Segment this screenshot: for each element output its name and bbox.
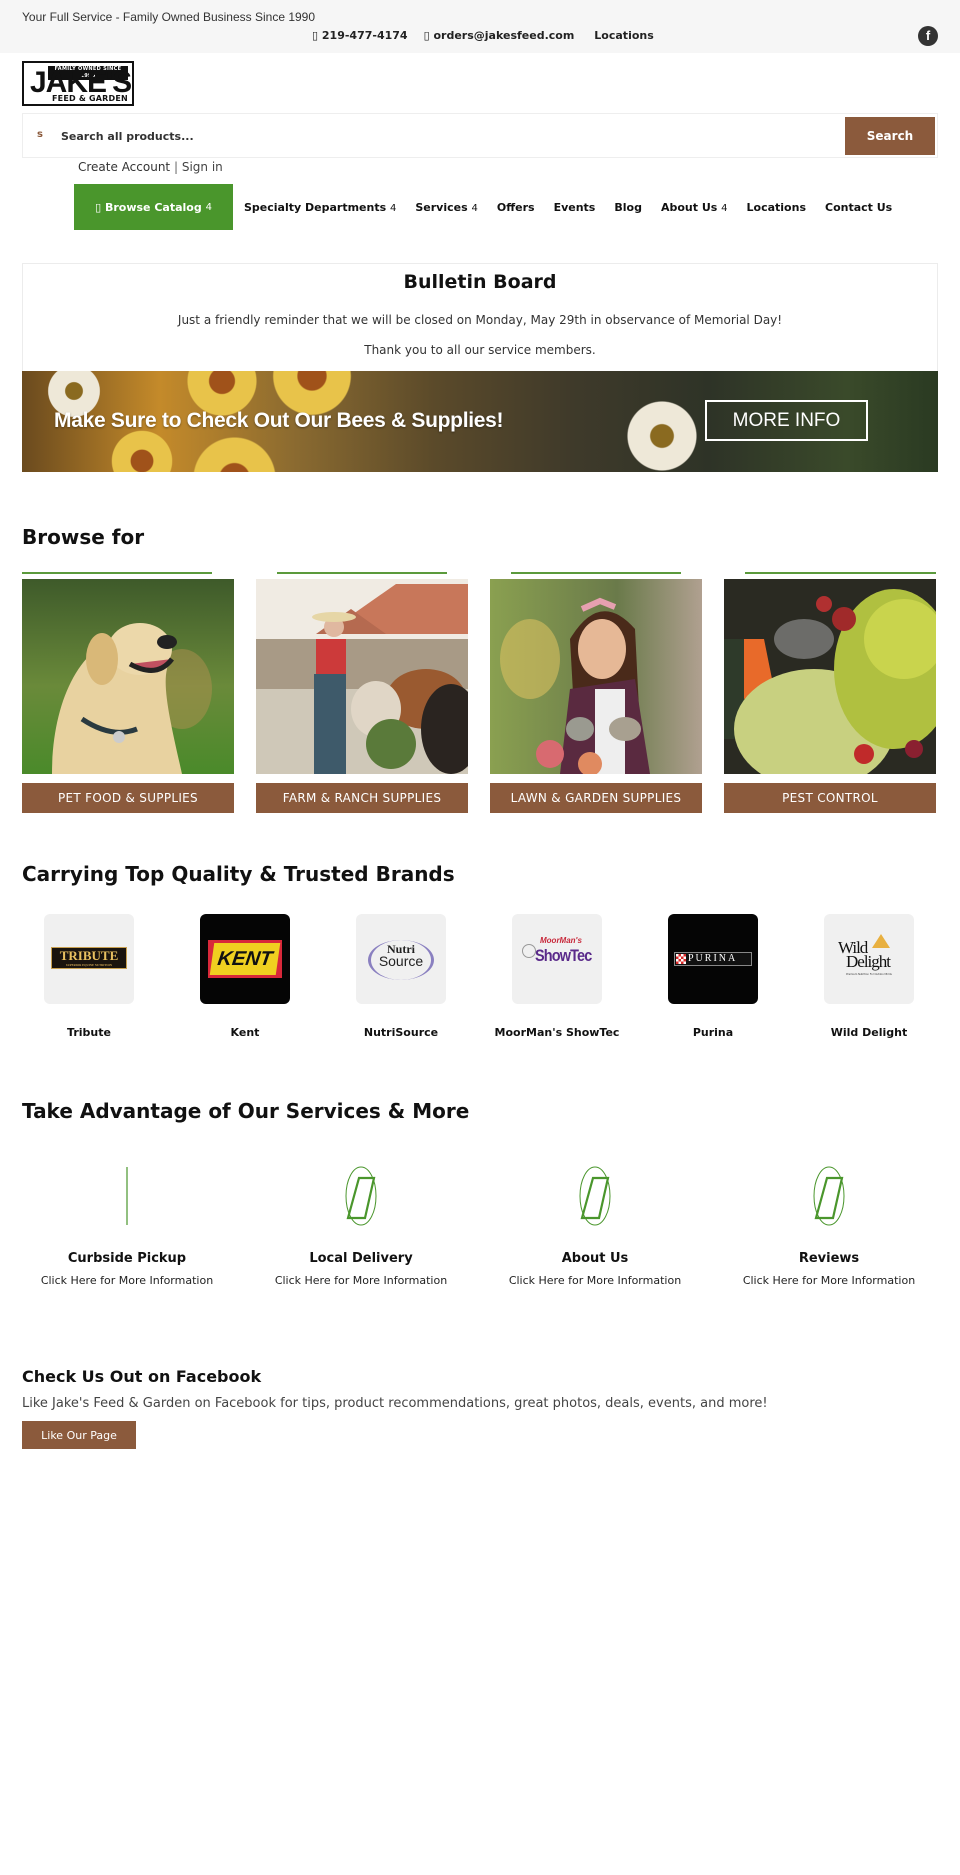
service-title: About Us [561,1251,629,1266]
brand-name: Wild Delight [830,1026,908,1039]
bulletin-board: Bulletin Board Just a friendly reminder … [22,263,938,373]
email-link[interactable]: ▯ orders@jakesfeed.com [424,29,575,42]
brand-moormans-showtec[interactable]: MoorMan's ShowTec MoorMan's ShowTec [479,914,635,1039]
nav-blog[interactable]: Blog [614,201,642,214]
nav-about-us[interactable]: About Us 4 [661,201,728,214]
locations-link[interactable]: Locations [594,29,653,42]
logo-subname: FEED & GARDEN [52,94,128,103]
category-divider [511,572,681,574]
service-title: Local Delivery [309,1251,413,1266]
top-bar: Your Full Service - Family Owned Busines… [0,0,960,53]
tribute-logo: TRIBUTE SUPERIOR EQUINE NUTRITION [44,914,134,1004]
search-icon: s [37,129,43,140]
brand-tribute[interactable]: TRIBUTE SUPERIOR EQUINE NUTRITION Tribut… [11,914,167,1039]
brand-nutrisource[interactable]: Nutri Source NutriSource [323,914,479,1039]
bulletin-message: Just a friendly reminder that we will be… [177,313,783,327]
category-label: LAWN & GARDEN SUPPLIES [490,783,702,813]
brand-purina[interactable]: PURINA Purina [635,914,791,1039]
facebook-icon[interactable]: f [918,26,938,46]
nav-contact-us[interactable]: Contact Us [825,201,892,214]
about-us-icon [579,1166,611,1226]
separator: | [173,160,179,174]
wild-delight-logo: Wild Delight Premium Nutrition For Outdo… [824,914,914,1004]
woman-gardening-photo [490,579,702,774]
nav-events[interactable]: Events [554,201,596,214]
local-delivery-icon [345,1166,377,1226]
showtec-logo: MoorMan's ShowTec [512,914,602,1004]
sign-in-link[interactable]: Sign in [182,160,223,174]
chevron-down-icon: 4 [389,202,397,214]
service-about-us[interactable]: About Us Click Here for More Information [480,1165,710,1287]
facebook-section: Check Us Out on Facebook Like Jake's Fee… [22,1367,768,1449]
service-link[interactable]: Click Here for More Information [714,1274,944,1287]
browse-catalog-button[interactable]: ▯ Browse Catalog 4 [74,184,233,230]
phone-icon: ▯ [312,29,319,42]
site-logo[interactable]: FAMILY OWNED SINCE 1990 JAKE'S FEED & GA… [22,61,134,106]
contact-links: ▯ 219-477-4174 ▯ orders@jakesfeed.com Lo… [312,29,654,42]
bulletin-thanks: Thank you to all our service members. [364,343,596,357]
nav-offers[interactable]: Offers [497,201,535,214]
account-links: Create Account | Sign in [78,160,223,174]
brand-kent[interactable]: KENT Kent [167,914,323,1039]
brand-name: MoorMan's ShowTec [494,1026,620,1039]
chevron-down-icon: 4 [721,202,728,214]
services-title: Take Advantage of Our Services & More [22,1099,470,1123]
flower-decoration [187,431,282,472]
golden-retriever-photo [22,579,234,774]
more-info-button[interactable]: MORE INFO [705,400,868,441]
kent-logo: KENT [200,914,290,1004]
bees-promo-banner[interactable]: Make Sure to Check Out Our Bees & Suppli… [22,371,938,472]
category-label: PET FOOD & SUPPLIES [22,783,234,813]
search-bar: s Search [22,113,938,158]
search-input[interactable] [61,122,661,150]
chevron-down-icon: 4 [471,202,478,214]
category-label: PEST CONTROL [724,783,936,813]
service-reviews[interactable]: Reviews Click Here for More Information [714,1165,944,1287]
service-link[interactable]: Click Here for More Information [12,1274,242,1287]
flower-decoration [622,396,702,472]
service-title: Reviews [798,1251,860,1266]
facebook-title: Check Us Out on Facebook [22,1367,262,1386]
farmer-feeding-cattle-photo [256,579,468,774]
brand-wild-delight[interactable]: Wild Delight Premium Nutrition For Outdo… [791,914,947,1039]
tagline: Your Full Service - Family Owned Busines… [22,10,316,24]
service-link[interactable]: Click Here for More Information [480,1274,710,1287]
category-label: FARM & RANCH SUPPLIES [256,783,468,813]
banner-headline: Make Sure to Check Out Our Bees & Suppli… [54,409,504,432]
nutrisource-logo: Nutri Source [356,914,446,1004]
bulletin-title: Bulletin Board [403,271,557,293]
category-divider [22,572,212,574]
search-button[interactable]: Search [845,117,935,155]
service-link[interactable]: Click Here for More Information [246,1274,476,1287]
purina-logo: PURINA [668,914,758,1004]
envelope-icon: ▯ [423,29,430,42]
service-title: Curbside Pickup [67,1251,187,1266]
brand-name: Kent [230,1026,260,1039]
bird-icon [872,934,890,948]
phone-link[interactable]: ▯ 219-477-4174 [312,29,408,42]
like-our-page-button[interactable]: Like Our Page [22,1421,136,1449]
main-nav: ▯ Browse Catalog 4 Specialty Departments… [74,184,911,230]
nav-specialty-departments[interactable]: Specialty Departments 4 [244,201,396,214]
browse-title: Browse for [22,525,145,549]
ribbon-icon [522,944,536,958]
create-account-link[interactable]: Create Account [78,160,170,174]
brand-name: NutriSource [363,1026,439,1039]
reviews-icon [813,1166,845,1226]
category-divider [277,572,447,574]
nav-locations[interactable]: Locations [747,201,806,214]
brand-name: Purina [692,1026,734,1039]
service-curbside-pickup[interactable]: Curbside Pickup Click Here for More Info… [12,1165,242,1287]
spraying-plants-photo [724,579,936,774]
nav-services[interactable]: Services 4 [415,201,478,214]
chevron-down-icon: 4 [205,201,212,213]
brands-title: Carrying Top Quality & Trusted Brands [22,862,455,886]
category-divider [745,572,936,574]
curbside-pickup-icon [126,1167,128,1225]
catalog-icon: ▯ [95,200,102,214]
brand-name: Tribute [67,1026,111,1039]
checkerboard-icon [676,954,686,964]
facebook-text: Like Jake's Feed & Garden on Facebook fo… [22,1396,768,1411]
service-local-delivery[interactable]: Local Delivery Click Here for More Infor… [246,1165,476,1287]
